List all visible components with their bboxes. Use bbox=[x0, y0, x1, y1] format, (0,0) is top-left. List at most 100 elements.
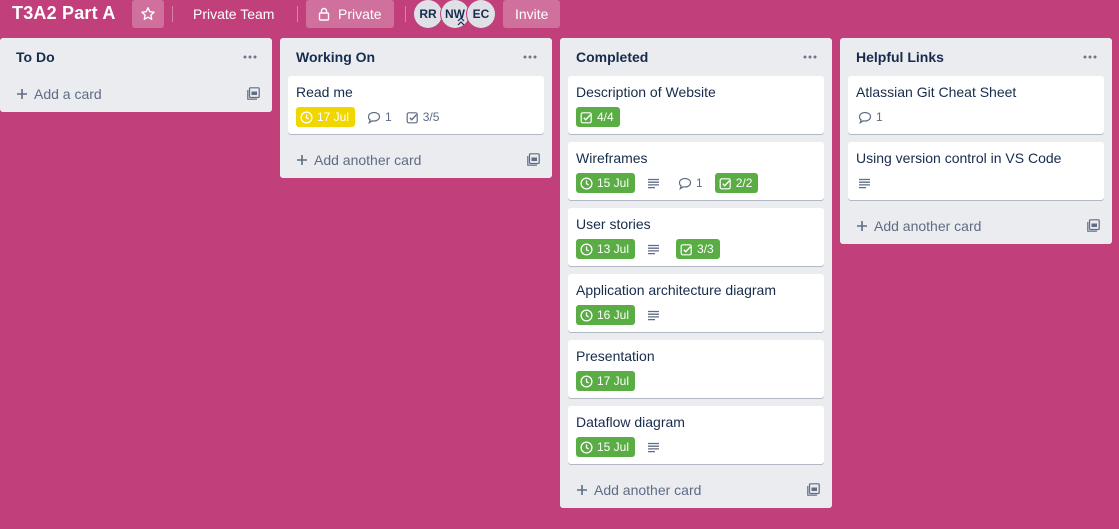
card[interactable]: Read me 17 Jul 1 3/5 bbox=[288, 76, 544, 134]
due-date-badge[interactable]: 15 Jul bbox=[576, 437, 636, 457]
add-card-label: Add another card bbox=[594, 482, 702, 498]
card[interactable]: Description of Website 4/4 bbox=[568, 76, 824, 134]
checklist-badge: 3/3 bbox=[676, 239, 720, 259]
add-card-button[interactable]: Add another card bbox=[840, 208, 1112, 244]
clock-icon bbox=[300, 110, 313, 124]
visibility-label: Private bbox=[338, 6, 382, 22]
clock-icon bbox=[580, 374, 593, 388]
due-date-badge[interactable]: 16 Jul bbox=[576, 305, 636, 325]
due-date-text: 15 Jul bbox=[597, 440, 630, 454]
visibility-button[interactable]: Private bbox=[306, 0, 394, 28]
plus-icon bbox=[577, 485, 587, 495]
team-button[interactable]: Private Team bbox=[180, 0, 287, 28]
card-title: Read me bbox=[296, 84, 353, 100]
card-title: Presentation bbox=[576, 348, 655, 364]
due-date-badge[interactable]: 15 Jul bbox=[576, 173, 636, 193]
description-icon bbox=[648, 178, 660, 188]
star-button[interactable] bbox=[132, 0, 164, 28]
list-title[interactable]: Working On bbox=[296, 49, 375, 65]
description-badge bbox=[645, 437, 666, 457]
more-icon bbox=[803, 55, 817, 59]
description-badge bbox=[645, 173, 666, 193]
comments-count: 1 bbox=[385, 110, 392, 124]
more-icon bbox=[523, 55, 537, 59]
list-title[interactable]: To Do bbox=[16, 49, 55, 65]
card[interactable]: User stories 13 Jul 3/3 bbox=[568, 208, 824, 266]
add-card-button[interactable]: Add a card bbox=[0, 76, 272, 112]
list-header: Working On bbox=[280, 38, 552, 76]
checklist-icon bbox=[719, 177, 731, 189]
card[interactable]: Wireframes 15 Jul 1 2/2 bbox=[568, 142, 824, 200]
due-date-text: 13 Jul bbox=[597, 242, 630, 256]
avatar[interactable]: RR bbox=[414, 0, 442, 28]
card-template-icon[interactable] bbox=[527, 153, 540, 166]
add-card-label: Add another card bbox=[874, 218, 982, 234]
header-divider bbox=[297, 6, 298, 22]
list-menu-button[interactable] bbox=[238, 47, 262, 67]
due-date-text: 15 Jul bbox=[597, 176, 630, 190]
list-menu-button[interactable] bbox=[1078, 47, 1102, 67]
add-card-button[interactable]: Add another card bbox=[560, 472, 832, 508]
list-header: Completed bbox=[560, 38, 832, 76]
description-badge bbox=[645, 239, 666, 259]
more-icon bbox=[1083, 55, 1097, 59]
card-title: Dataflow diagram bbox=[576, 414, 685, 430]
list-title[interactable]: Helpful Links bbox=[856, 49, 944, 65]
list-menu-button[interactable] bbox=[798, 47, 822, 67]
card[interactable]: Using version control in VS Code bbox=[848, 142, 1104, 200]
card-template-icon[interactable] bbox=[807, 483, 820, 496]
admin-chevron-icon bbox=[457, 17, 465, 26]
checklist-badge: 4/4 bbox=[576, 107, 620, 127]
board-header: T3A2 Part A Private Team Private RR NW E… bbox=[0, 0, 1119, 28]
card[interactable]: Presentation 17 Jul bbox=[568, 340, 824, 398]
due-date-badge[interactable]: 17 Jul bbox=[576, 371, 636, 391]
card-title: Using version control in VS Code bbox=[856, 150, 1062, 166]
card-title: Atlassian Git Cheat Sheet bbox=[856, 84, 1017, 100]
header-divider bbox=[405, 6, 406, 22]
invite-button[interactable]: Invite bbox=[503, 0, 561, 28]
card-title: Wireframes bbox=[576, 150, 648, 166]
comment-icon bbox=[367, 111, 381, 124]
due-date-badge[interactable]: 13 Jul bbox=[576, 239, 636, 259]
checklist-count: 2/2 bbox=[735, 176, 753, 190]
checklist-icon bbox=[406, 111, 418, 123]
checklist-count: 3/3 bbox=[697, 242, 714, 256]
due-date-text: 16 Jul bbox=[597, 308, 630, 322]
plus-icon bbox=[857, 221, 867, 231]
clock-icon bbox=[580, 176, 593, 190]
star-icon bbox=[141, 7, 155, 20]
due-date-text: 17 Jul bbox=[317, 110, 350, 124]
card-title: Description of Website bbox=[576, 84, 716, 100]
clock-icon bbox=[580, 440, 593, 454]
comments-badge: 1 bbox=[856, 107, 885, 127]
plus-icon bbox=[297, 155, 307, 165]
list-menu-button[interactable] bbox=[518, 47, 542, 67]
header-divider bbox=[172, 6, 173, 22]
more-icon bbox=[243, 55, 257, 59]
checklist-icon bbox=[680, 243, 692, 255]
card-title: Application architecture diagram bbox=[576, 282, 776, 298]
add-card-label: Add another card bbox=[314, 152, 422, 168]
add-card-button[interactable]: Add another card bbox=[280, 142, 552, 178]
card-template-icon[interactable] bbox=[1087, 219, 1100, 232]
card[interactable]: Atlassian Git Cheat Sheet 1 bbox=[848, 76, 1104, 134]
description-icon bbox=[648, 244, 660, 254]
checklist-badge: 3/5 bbox=[404, 107, 442, 127]
description-icon bbox=[648, 310, 660, 320]
list-title[interactable]: Completed bbox=[576, 49, 648, 65]
board-title[interactable]: T3A2 Part A bbox=[12, 3, 116, 24]
list-working-on: Working On Read me 17 Jul 1 3/5 Add anot… bbox=[280, 38, 552, 178]
comment-icon bbox=[678, 177, 692, 190]
checklist-count: 4/4 bbox=[597, 110, 614, 124]
due-date-badge[interactable]: 17 Jul bbox=[296, 107, 356, 127]
list-header: To Do bbox=[0, 38, 272, 76]
card[interactable]: Application architecture diagram 16 Jul bbox=[568, 274, 824, 332]
list-helpful-links: Helpful Links Atlassian Git Cheat Sheet … bbox=[840, 38, 1112, 244]
card[interactable]: Dataflow diagram 15 Jul bbox=[568, 406, 824, 464]
description-icon bbox=[648, 442, 660, 452]
description-icon bbox=[859, 178, 870, 188]
card-template-icon[interactable] bbox=[247, 87, 260, 100]
checklist-count: 3/5 bbox=[422, 110, 440, 124]
clock-icon bbox=[580, 308, 593, 322]
avatar[interactable]: EC bbox=[467, 0, 495, 28]
